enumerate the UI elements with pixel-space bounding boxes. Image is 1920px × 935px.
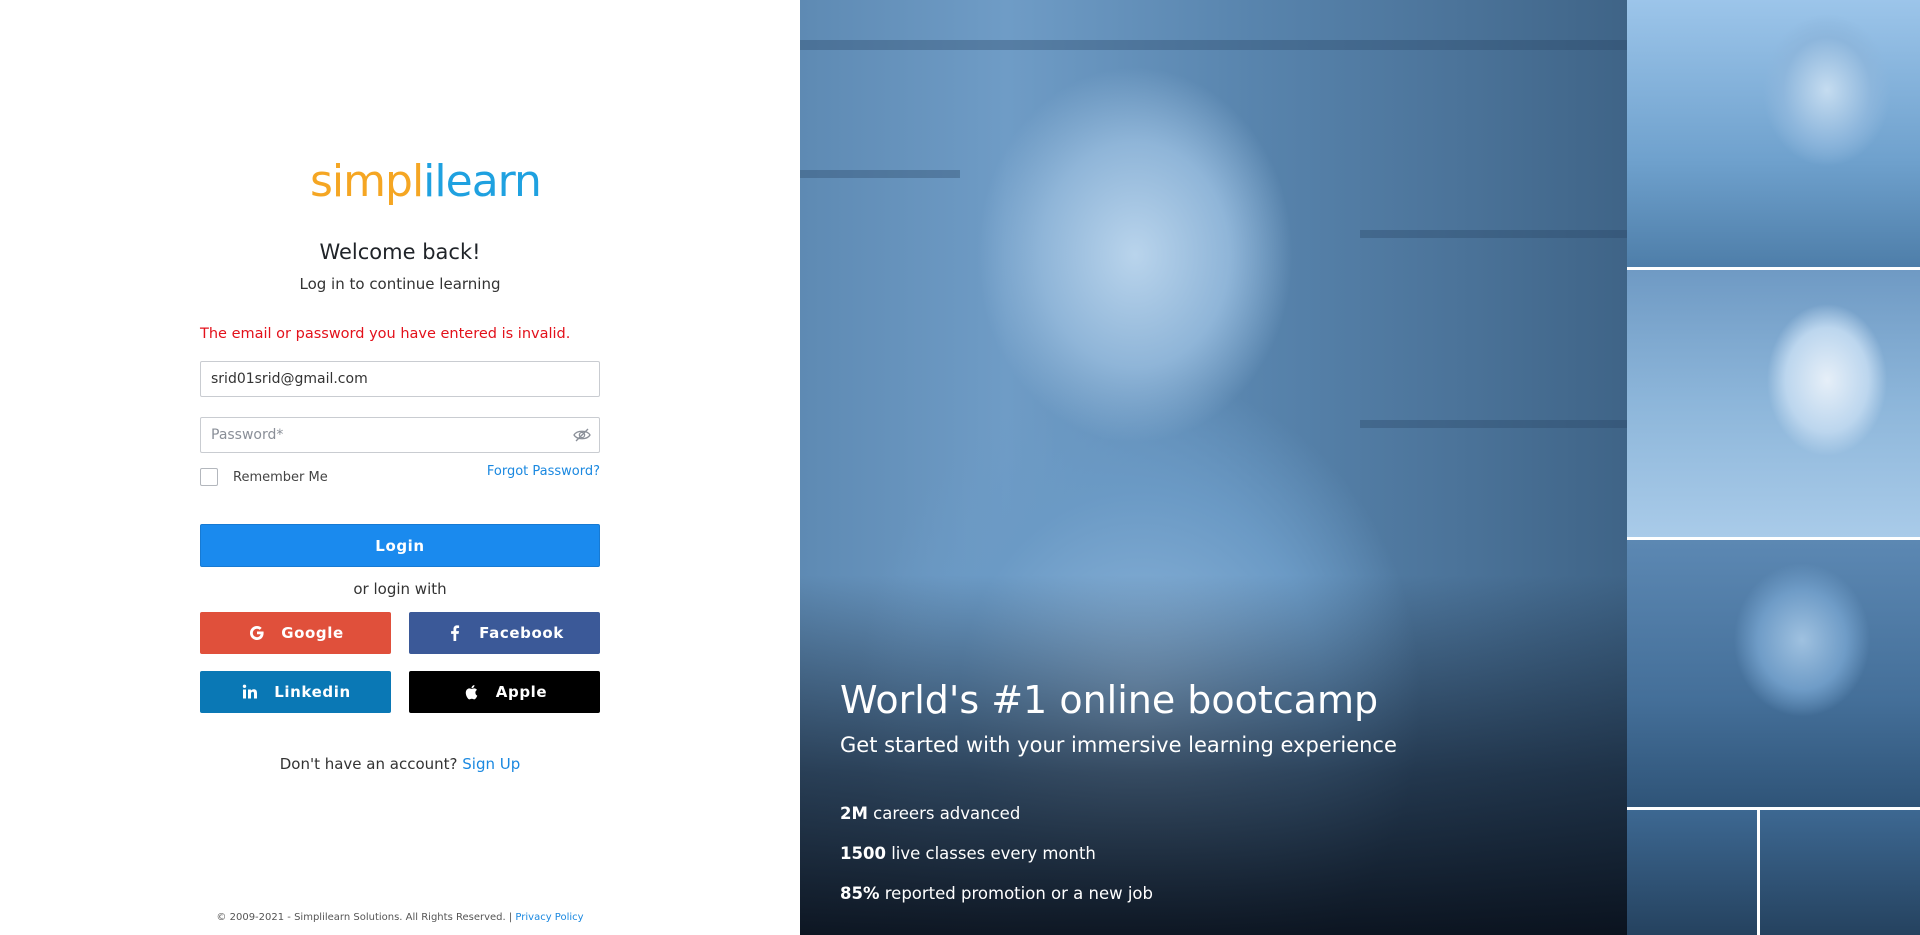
login-panel: simplilearn Welcome back! Log in to cont… [0, 0, 800, 935]
bookshelf-decoration [1360, 230, 1627, 238]
hero-photo-tile [1627, 0, 1920, 270]
footer: © 2009-2021 - Simplilearn Solutions. All… [0, 912, 800, 923]
linkedin-icon [240, 682, 260, 702]
signup-link[interactable]: Sign Up [462, 755, 520, 773]
signup-prompt-text: Don't have an account? [279, 755, 458, 773]
apple-label: Apple [495, 683, 548, 701]
logo-text-secondary: ilearn [423, 156, 542, 207]
hero-subtitle: Get started with your immersive learning… [840, 733, 1397, 757]
facebook-login-button[interactable]: Facebook [409, 612, 600, 654]
hero-panel: World's #1 online bootcamp Get started w… [800, 0, 1920, 935]
privacy-policy-link[interactable]: Privacy Policy [515, 912, 583, 923]
stat-label: reported promotion or a new job [884, 884, 1154, 903]
login-button[interactable]: Login [200, 524, 600, 567]
email-input[interactable] [201, 362, 599, 396]
tile-divider [1757, 810, 1760, 935]
stat-value: 1500 [840, 844, 886, 863]
hero-title: World's #1 online bootcamp [840, 678, 1379, 722]
apple-login-button[interactable]: Apple [409, 671, 600, 713]
eye-slash-icon[interactable] [573, 427, 591, 443]
stat-item: 1500 live classes every month [840, 844, 1096, 863]
stat-value: 85% [840, 884, 880, 903]
forgot-password-link[interactable]: Forgot Password? [487, 464, 600, 479]
logo-text-primary: simpl [310, 156, 424, 207]
bookshelf-decoration [1360, 420, 1627, 428]
apple-icon [462, 682, 482, 702]
simplilearn-logo[interactable]: simplilearn [310, 156, 542, 210]
hero-photo-main [800, 0, 1627, 935]
linkedin-label: Linkedin [274, 683, 351, 701]
signup-prompt: Don't have an account? Sign Up [0, 755, 800, 773]
stat-item: 2M careers advanced [840, 804, 1020, 823]
bookshelf-decoration [800, 40, 1627, 50]
hero-photo-tile [1627, 270, 1920, 540]
stat-label: live classes every month [891, 844, 1096, 863]
password-field [200, 417, 600, 453]
stat-label: careers advanced [873, 804, 1021, 823]
hero-photo-tile [1627, 540, 1920, 810]
remember-me-label[interactable]: Remember Me [233, 470, 328, 485]
stat-value: 2M [840, 804, 868, 823]
linkedin-login-button[interactable]: Linkedin [200, 671, 391, 713]
remember-me-checkbox[interactable] [200, 468, 218, 486]
facebook-label: Facebook [479, 624, 564, 642]
google-icon [247, 623, 267, 643]
facebook-icon [445, 623, 465, 643]
hero-photo-tile [1627, 810, 1920, 935]
password-input[interactable] [201, 418, 599, 452]
bookshelf-decoration [800, 170, 960, 178]
email-field [200, 361, 600, 397]
or-login-with-text: or login with [353, 580, 447, 598]
google-label: Google [281, 624, 344, 642]
page-title: Welcome back! [319, 240, 481, 264]
remember-me: Remember Me [200, 468, 328, 486]
page-subtitle: Log in to continue learning [299, 275, 501, 293]
stat-item: 85% reported promotion or a new job [840, 884, 1153, 903]
error-message: The email or password you have entered i… [200, 326, 571, 342]
copyright-text: © 2009-2021 - Simplilearn Solutions. All… [216, 912, 513, 923]
google-login-button[interactable]: Google [200, 612, 391, 654]
